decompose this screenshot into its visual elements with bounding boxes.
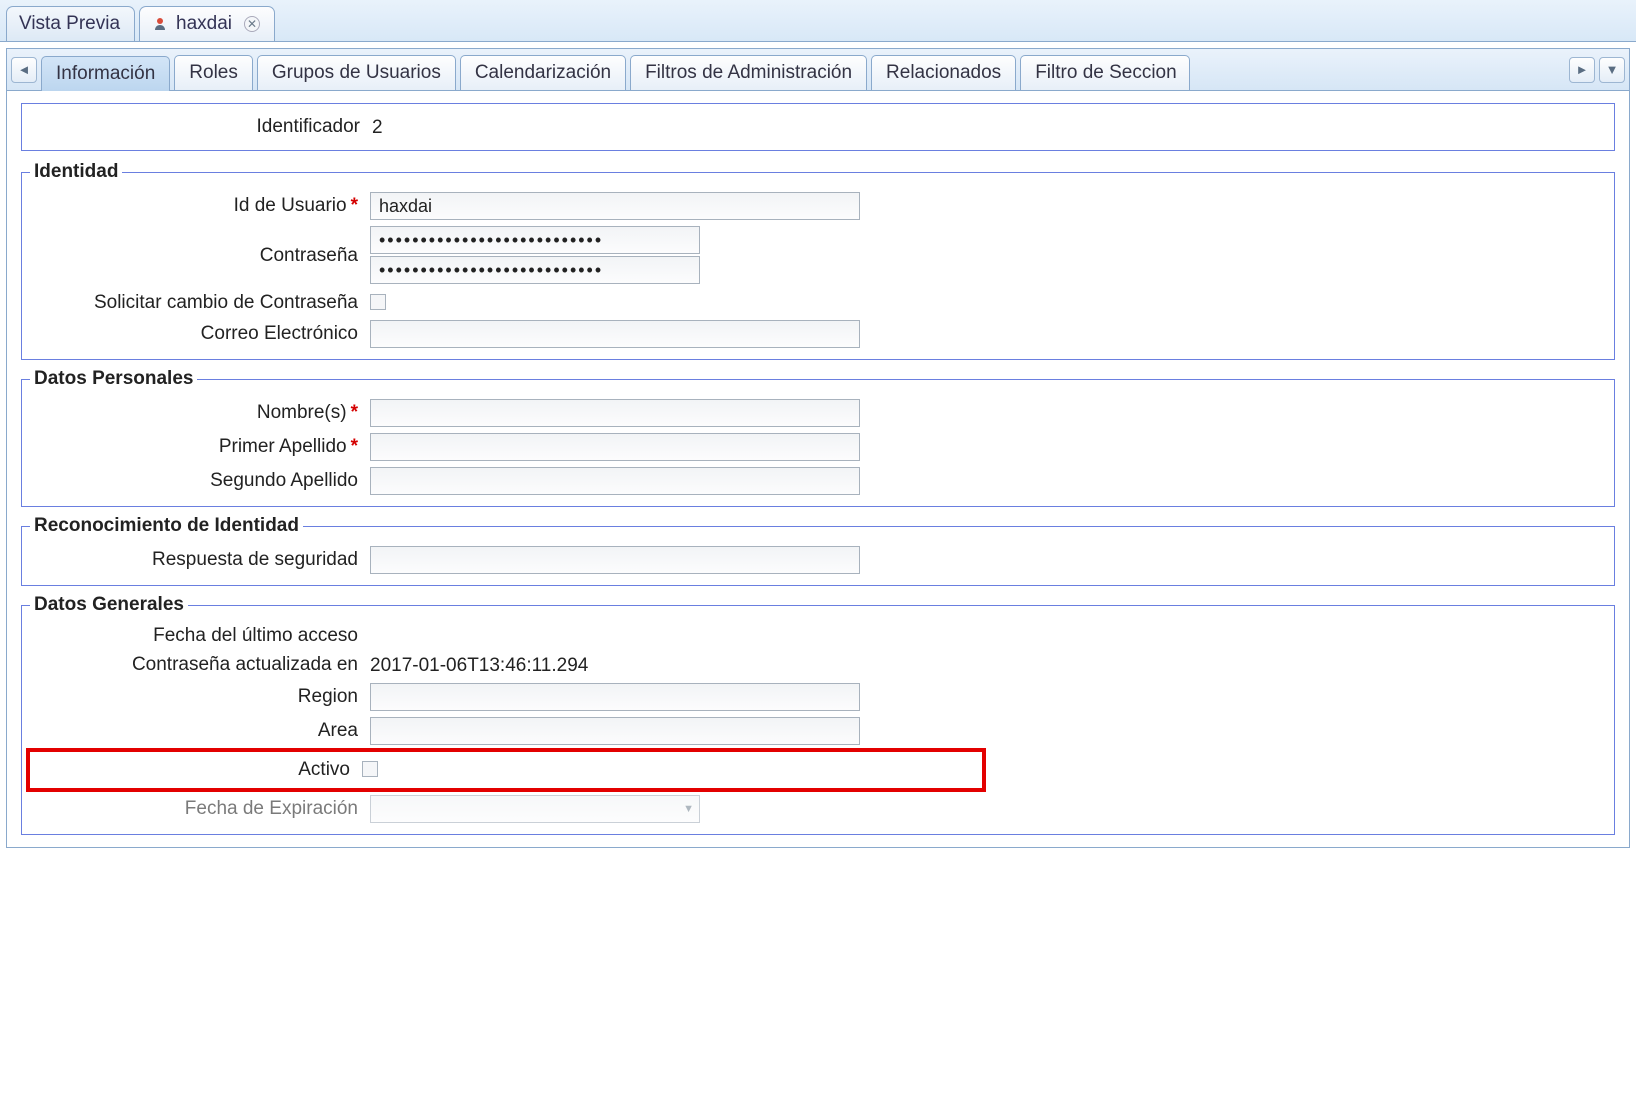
nombres-label: Nombre(s)* [30, 402, 370, 424]
tab-user-haxdai[interactable]: haxdai ✕ [139, 6, 275, 41]
section-legend: Reconocimiento de Identidad [30, 515, 303, 537]
scroll-right-button[interactable]: ► [1569, 57, 1595, 83]
id-usuario-label: Id de Usuario* [30, 195, 370, 217]
respuesta-seguridad-input[interactable] [370, 546, 860, 574]
tab-label: Vista Previa [19, 13, 120, 35]
identificador-bar: Identificador 2 [21, 103, 1615, 151]
tab-roles[interactable]: Roles [174, 55, 253, 90]
primer-apellido-label: Primer Apellido* [30, 436, 370, 458]
tab-filtros-administracion[interactable]: Filtros de Administración [630, 55, 867, 90]
tab-vista-previa[interactable]: Vista Previa [6, 6, 135, 41]
content-panel: ◄ Información Roles Grupos de Usuarios C… [6, 48, 1630, 848]
contrasena-label: Contraseña [30, 245, 370, 267]
section-datos-generales: Datos Generales Fecha del último acceso … [21, 594, 1615, 835]
pw-actualizada-value: 2017-01-06T13:46:11.294 [370, 653, 1606, 677]
segundo-apellido-input[interactable] [370, 467, 860, 495]
identificador-value: 2 [372, 115, 1604, 139]
person-icon [152, 16, 168, 32]
tab-informacion[interactable]: Información [41, 56, 170, 91]
contrasena-input-2[interactable] [370, 256, 700, 284]
document-tabs: Vista Previa haxdai ✕ [0, 0, 1636, 42]
id-usuario-input[interactable] [370, 192, 860, 220]
identificador-label: Identificador [32, 116, 372, 138]
area-label: Area [30, 720, 370, 742]
solicitar-cambio-checkbox[interactable] [370, 294, 386, 310]
fecha-expiracion-label: Fecha de Expiración [30, 798, 370, 820]
ultimo-acceso-value [370, 635, 1606, 637]
activo-checkbox[interactable] [362, 761, 378, 777]
tabs-menu-button[interactable]: ▼ [1599, 57, 1625, 83]
region-input[interactable] [370, 683, 860, 711]
close-icon[interactable]: ✕ [244, 16, 260, 32]
area-input[interactable] [370, 717, 860, 745]
tab-calendarizacion[interactable]: Calendarización [460, 55, 626, 90]
scroll-left-button[interactable]: ◄ [11, 57, 37, 83]
region-label: Region [30, 686, 370, 708]
activo-highlight: Activo [26, 748, 986, 792]
correo-input[interactable] [370, 320, 860, 348]
contrasena-input-1[interactable] [370, 226, 700, 254]
section-reconocimiento: Reconocimiento de Identidad Respuesta de… [21, 515, 1615, 586]
sub-tabs-bar: ◄ Información Roles Grupos de Usuarios C… [7, 49, 1629, 91]
segundo-apellido-label: Segundo Apellido [30, 470, 370, 492]
section-datos-personales: Datos Personales Nombre(s)* Primer Apell… [21, 368, 1615, 507]
tab-label: haxdai [176, 13, 232, 35]
section-legend: Datos Generales [30, 594, 188, 616]
tab-filtro-seccion[interactable]: Filtro de Seccion [1020, 55, 1190, 90]
section-legend: Identidad [30, 161, 122, 183]
tab-grupos-usuarios[interactable]: Grupos de Usuarios [257, 55, 456, 90]
activo-label: Activo [30, 759, 362, 781]
section-legend: Datos Personales [30, 368, 197, 390]
respuesta-seguridad-label: Respuesta de seguridad [30, 549, 370, 571]
correo-label: Correo Electrónico [30, 323, 370, 345]
solicitar-cambio-label: Solicitar cambio de Contraseña [30, 292, 370, 314]
primer-apellido-input[interactable] [370, 433, 860, 461]
fecha-expiracion-input[interactable] [370, 795, 700, 823]
tab-relacionados[interactable]: Relacionados [871, 55, 1016, 90]
form-body: Identificador 2 Identidad Id de Usuario*… [7, 91, 1629, 847]
nombres-input[interactable] [370, 399, 860, 427]
pw-actualizada-label: Contraseña actualizada en [30, 654, 370, 676]
section-identidad: Identidad Id de Usuario* Contraseña Soli… [21, 161, 1615, 360]
ultimo-acceso-label: Fecha del último acceso [30, 625, 370, 647]
